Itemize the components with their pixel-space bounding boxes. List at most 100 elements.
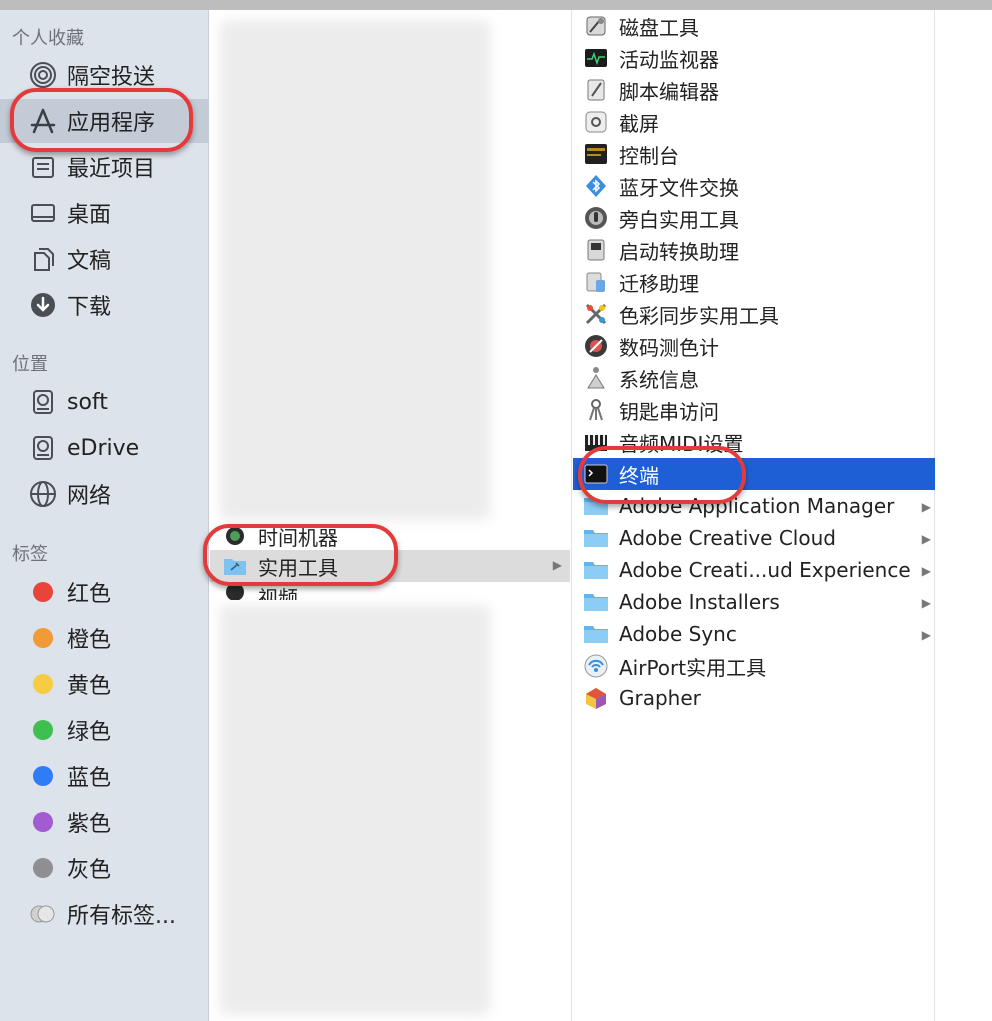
list-item-time-machine[interactable]: 时间机器 [210, 522, 570, 550]
blurred-app-list [220, 605, 490, 1015]
sidebar-tag-orange[interactable]: 橙色 [0, 616, 209, 660]
sidebar-tag-gray[interactable]: 灰色 [0, 846, 209, 890]
empty-column [936, 10, 992, 1021]
sidebar-item-desktop[interactable]: 桌面 [0, 191, 209, 235]
disk-utility-icon [583, 13, 609, 39]
list-item-label: 磁盘工具 [619, 15, 699, 40]
screenshot-icon [583, 109, 609, 135]
list-item-adobe-sync[interactable]: Adobe Sync ▶ [573, 618, 935, 650]
sidebar-item-network[interactable]: 网络 [0, 472, 209, 516]
list-item-airport-utility[interactable]: AirPort实用工具 [573, 650, 935, 682]
sidebar-item-label: 灰色 [67, 858, 112, 883]
list-item-disk-utility[interactable]: 磁盘工具 [573, 10, 935, 42]
sidebar-item-label: 绿色 [67, 720, 112, 745]
finder-sidebar: 个人收藏 隔空投送 应用程序 最近项目 桌面 文稿 下载 位置 soft eDr… [0, 10, 209, 1021]
applications-column: 时间机器 实用工具 ▶ 视频 [210, 10, 572, 1021]
list-item-adobe-installers[interactable]: Adobe Installers ▶ [573, 586, 935, 618]
list-item-audio-midi-setup[interactable]: 音频MIDI设置 [573, 426, 935, 458]
utilities-folder-icon [222, 553, 248, 579]
sidebar-tag-green[interactable]: 绿色 [0, 708, 209, 752]
all-tags-icon [28, 899, 58, 929]
list-item-keychain-access[interactable]: 钥匙串访问 [573, 394, 935, 426]
applications-icon [28, 106, 58, 136]
list-item-boot-camp[interactable]: 启动转换助理 [573, 234, 935, 266]
list-item-label: Adobe Sync [619, 622, 737, 646]
list-item-label: Adobe Creati...ud Experience [619, 558, 911, 582]
list-item-label: 实用工具 [258, 555, 338, 580]
sidebar-item-label: 紫色 [67, 812, 112, 837]
sidebar-all-tags[interactable]: 所有标签... [0, 892, 209, 936]
disk-icon [28, 433, 58, 463]
folder-icon [583, 557, 609, 583]
red-tag-dot-icon [28, 577, 58, 607]
disk-icon [28, 387, 58, 417]
script-editor-icon [583, 77, 609, 103]
list-item-voiceover-utility[interactable]: 旁白实用工具 [573, 202, 935, 234]
sidebar-item-recents[interactable]: 最近项目 [0, 145, 209, 189]
sidebar-tag-purple[interactable]: 紫色 [0, 800, 209, 844]
green-tag-dot-icon [28, 715, 58, 745]
list-item-migration-assistant[interactable]: 迁移助理 [573, 266, 935, 298]
list-item-label: 迁移助理 [619, 271, 699, 296]
sidebar-item-label: eDrive [67, 435, 140, 461]
chevron-right-icon: ▶ [552, 558, 562, 572]
digital-color-meter-icon [583, 333, 609, 359]
favorites-section-title: 个人收藏 [12, 28, 84, 49]
folder-icon [583, 493, 609, 519]
list-item-bluetooth-exchange[interactable]: 蓝牙文件交换 [573, 170, 935, 202]
migration-icon [583, 269, 609, 295]
list-item-screenshot[interactable]: 截屏 [573, 106, 935, 138]
sidebar-item-label: 桌面 [67, 203, 112, 228]
sidebar-item-downloads[interactable]: 下载 [0, 283, 209, 327]
purple-tag-dot-icon [28, 807, 58, 837]
list-item-label: 脚本编辑器 [619, 79, 719, 104]
list-item-label: 系统信息 [619, 367, 699, 392]
colorsync-icon [583, 301, 609, 327]
keychain-icon [583, 397, 609, 423]
grapher-icon [583, 685, 609, 711]
list-item-script-editor[interactable]: 脚本编辑器 [573, 74, 935, 106]
list-item-label: AirPort实用工具 [619, 655, 767, 680]
sidebar-item-label: 网络 [67, 484, 112, 509]
tags-section-title: 标签 [12, 544, 48, 565]
system-info-icon [583, 365, 609, 391]
folder-icon [583, 621, 609, 647]
downloads-icon [28, 290, 58, 320]
sidebar-item-label: 最近项目 [67, 157, 156, 182]
list-item-label: 旁白实用工具 [619, 207, 739, 232]
sidebar-item-edrive[interactable]: eDrive [0, 426, 209, 470]
list-item-label: 色彩同步实用工具 [619, 303, 779, 328]
list-item-label: 音频MIDI设置 [619, 431, 744, 456]
sidebar-item-soft[interactable]: soft [0, 380, 209, 424]
list-item-video[interactable]: 视频 [210, 584, 570, 600]
boot-camp-icon [583, 237, 609, 263]
list-item-colorsync-utility[interactable]: 色彩同步实用工具 [573, 298, 935, 330]
list-item-adobe-creative-cloud[interactable]: Adobe Creative Cloud ▶ [573, 522, 935, 554]
sidebar-tag-blue[interactable]: 蓝色 [0, 754, 209, 798]
list-item-digital-color-meter[interactable]: 数码测色计 [573, 330, 935, 362]
chevron-right-icon: ▶ [921, 500, 931, 514]
list-item-label: 活动监视器 [619, 47, 719, 72]
sidebar-item-applications[interactable]: 应用程序 [0, 99, 209, 143]
list-item-grapher[interactable]: Grapher [573, 682, 935, 714]
list-item-label: 蓝牙文件交换 [619, 175, 739, 200]
terminal-icon [583, 461, 609, 487]
sidebar-item-airdrop[interactable]: 隔空投送 [0, 53, 209, 97]
sidebar-tag-yellow[interactable]: 黄色 [0, 662, 209, 706]
list-item-console[interactable]: 控制台 [573, 138, 935, 170]
airdrop-icon [28, 60, 58, 90]
sidebar-item-documents[interactable]: 文稿 [0, 237, 209, 281]
list-item-terminal[interactable]: 终端 [573, 458, 935, 490]
list-item-adobe-application-manager[interactable]: Adobe Application Manager ▶ [573, 490, 935, 522]
sidebar-tag-red[interactable]: 红色 [0, 570, 209, 614]
list-item-adobe-creative-cloud-experience[interactable]: Adobe Creati...ud Experience ▶ [573, 554, 935, 586]
sidebar-item-label: 所有标签... [67, 904, 176, 929]
list-item-label: 钥匙串访问 [619, 399, 719, 424]
time-machine-icon [222, 523, 248, 549]
voiceover-icon [583, 205, 609, 231]
list-item-activity-monitor[interactable]: 活动监视器 [573, 42, 935, 74]
list-item-label: 时间机器 [258, 525, 338, 550]
recents-icon [28, 152, 58, 182]
list-item-system-information[interactable]: 系统信息 [573, 362, 935, 394]
list-item-utilities[interactable]: 实用工具 ▶ [210, 550, 570, 582]
